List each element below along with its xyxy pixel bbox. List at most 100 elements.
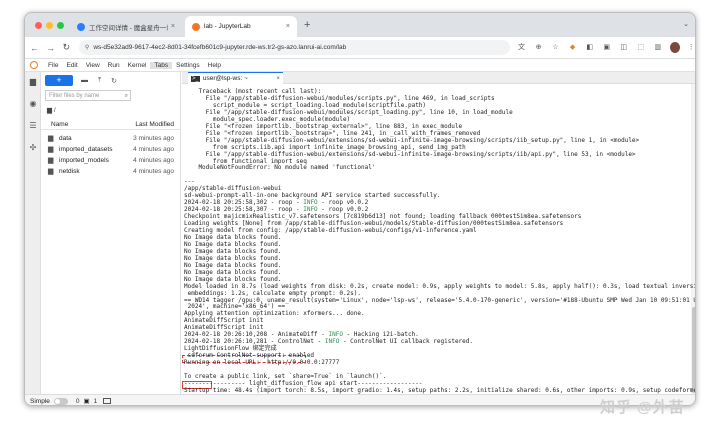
menu-settings[interactable]: Settings: [172, 62, 204, 69]
extension-icon[interactable]: ⬚: [635, 42, 647, 54]
zoom-icon[interactable]: ⊕: [532, 42, 544, 54]
browser-menu-icon[interactable]: ⋮: [685, 42, 695, 54]
new-folder-icon[interactable]: ▬: [81, 77, 88, 84]
terminal-line: No Image data blocks found.: [184, 275, 282, 283]
terminal-tab-title: user@lsp-ws: ~: [202, 75, 248, 82]
simple-mode-toggle[interactable]: [53, 397, 68, 405]
list-item[interactable]: ▆ data 3 minutes ago: [41, 133, 181, 144]
terminal-line: To create a public link, set `share=True…: [184, 372, 387, 380]
running-kernels-icon[interactable]: ◉: [28, 99, 38, 109]
file-modified: 4 minutes ago: [133, 146, 174, 153]
close-window-button[interactable]: [35, 22, 42, 29]
folder-icon[interactable]: ▆: [28, 77, 38, 87]
browser-tab-workspace[interactable]: 工作空间详情 - 魔盒星舟一站 ×: [70, 16, 182, 37]
terminal-line: File "<frozen importlib._bootstrap>", li…: [184, 129, 481, 137]
menu-run[interactable]: Run: [104, 62, 124, 69]
bookmark-star-icon[interactable]: ☆: [550, 42, 562, 54]
terminal-count: 0: [75, 397, 80, 405]
extension-fox-icon[interactable]: ◆: [567, 42, 579, 54]
chevron-down-icon[interactable]: ⌄: [683, 20, 689, 28]
menu-help[interactable]: Help: [204, 62, 225, 69]
terminal-line: File "/app/stable-diffusion-webui/module…: [184, 108, 513, 116]
terminal-line: embeddings: 1.2s, calculate empty prompt…: [184, 289, 362, 297]
extension-icon[interactable]: ◧: [584, 42, 596, 54]
list-item[interactable]: ▆ netdisk 4 minutes ago: [41, 166, 181, 177]
menu-tabs[interactable]: Tabs: [150, 61, 173, 69]
file-modified: 4 minutes ago: [133, 168, 174, 175]
terminal-line: Traceback (most recent call last):: [184, 88, 322, 95]
back-arrow-icon[interactable]: ←: [28, 43, 41, 53]
terminal-line: Loading weights [None] from /app/stable-…: [184, 220, 564, 228]
reload-icon[interactable]: ↻: [60, 42, 73, 53]
terminal-line: File "<frozen importlib._bootstrap_exter…: [184, 122, 463, 130]
extension-manager-icon[interactable]: ✣: [28, 143, 38, 153]
last-modified-column-header[interactable]: Last Modified: [135, 121, 174, 128]
terminal-line: No Image data blocks found.: [184, 254, 282, 262]
close-tab-icon[interactable]: ×: [286, 23, 290, 30]
minimize-window-button[interactable]: [46, 22, 53, 29]
name-column-header[interactable]: Name: [51, 121, 68, 128]
breadcrumb[interactable]: ▆ /: [47, 106, 56, 114]
refresh-icon[interactable]: ↻: [111, 77, 117, 85]
new-launcher-button[interactable]: +: [45, 75, 73, 86]
terminal-output[interactable]: Traceback (most recent call last): File …: [182, 84, 696, 394]
terminal-line: /app/stable-diffusion-webui: [184, 185, 282, 193]
terminal-line: sdforum ControlNet support: enabled: [184, 352, 315, 360]
list-item[interactable]: ▆ imported_models 4 minutes ago: [41, 155, 181, 166]
search-icon: ⌕: [124, 93, 128, 99]
terminal-line: 2024', machine='x86_64') ==: [184, 303, 286, 311]
terminal-line: AnimateDiffScript init: [184, 317, 264, 325]
menu-kernel[interactable]: Kernel: [124, 62, 151, 69]
terminal-line: LightDiffusionFlow 绑定完成: [184, 345, 277, 353]
terminal-line: 2024-02-18 20:26:10,208 - AnimateDiff - …: [184, 331, 419, 339]
command-palette-icon[interactable]: ☰: [28, 121, 38, 131]
forward-arrow-icon[interactable]: →: [44, 43, 57, 53]
browser-tab-title: 工作空间详情 - 魔盒星舟一站: [89, 24, 168, 32]
profile-avatar[interactable]: [669, 42, 681, 53]
terminal-line: No Image data blocks found.: [184, 268, 282, 276]
menu-edit[interactable]: Edit: [62, 62, 81, 69]
file-list-header: Name Last Modified: [41, 119, 181, 130]
filter-files-input[interactable]: Filter files by name ⌕: [45, 90, 131, 101]
file-modified: 3 minutes ago: [133, 135, 174, 142]
terminal-line: AnimateDiffScript init: [184, 324, 264, 332]
list-item[interactable]: ▆ imported_datasets 4 minutes ago: [41, 144, 181, 155]
maximize-window-button[interactable]: [57, 22, 64, 29]
tab-terminal[interactable]: >_ user@lsp-ws: ~ ×: [188, 72, 283, 84]
side-panel-icon[interactable]: ▥: [652, 42, 664, 54]
file-name: imported_models: [59, 157, 109, 164]
file-browser: + ▬ ⤒ ↻ Filter files by name ⌕ ▆ / Name …: [41, 72, 181, 394]
terminal-line: File "/app/stable-diffusion-webui/extens…: [184, 150, 636, 158]
terminal-line: 2024-02-18 20:25:58,307 - roop - INFO - …: [184, 206, 369, 214]
jupyter-favicon-icon: [192, 22, 200, 31]
terminal-line: File "/app/stable-diffusion-webui/module…: [184, 94, 495, 102]
extension-icon[interactable]: ◫: [618, 42, 630, 54]
menu-view[interactable]: View: [82, 62, 104, 69]
terminal-scrollbar[interactable]: [691, 84, 695, 394]
upload-icon[interactable]: ⤒: [98, 77, 101, 85]
watermark: 知乎 @外苗: [600, 399, 685, 416]
browser-tab-title: lab - JupyterLab: [204, 23, 251, 30]
folder-icon: ▆: [48, 135, 54, 142]
browser-tab-strip: 工作空间详情 - 魔盒星舟一站 × lab - JupyterLab × + ⌄: [25, 13, 695, 37]
kernel-status-icon: [103, 398, 112, 404]
menu-file[interactable]: File: [44, 62, 62, 69]
new-tab-button[interactable]: +: [304, 19, 310, 31]
extension-icon[interactable]: ▣: [601, 42, 613, 54]
terminal-line: ---: [184, 178, 195, 186]
site-info-icon[interactable]: ⚲: [85, 44, 89, 51]
terminal-line: sd-webui-prompt-all-in-one background AP…: [184, 192, 441, 200]
close-tab-icon[interactable]: ×: [171, 23, 175, 30]
terminal-line: Checkpoint majicmixRealistic_v7.safetens…: [184, 213, 582, 221]
terminal-line: 2024-02-18 20:25:58,302 - roop - INFO - …: [184, 199, 369, 207]
close-icon[interactable]: ×: [276, 75, 280, 82]
scrollbar-thumb[interactable]: [692, 307, 695, 393]
translate-icon[interactable]: 文: [515, 42, 527, 54]
url-field[interactable]: ⚲ ws-d5e32ad9-9617-4ec2-8d01-34fcefb601c…: [78, 40, 511, 55]
terminal-line: Startup time: 48.4s (import torch: 8.5s,…: [184, 386, 696, 394]
browser-tab-jupyterlab[interactable]: lab - JupyterLab ×: [185, 16, 297, 37]
terminal-line: from functional import seq: [184, 157, 307, 165]
terminal-line: module_spec.loader.exec_module(module): [184, 115, 351, 123]
terminal-icon: >_: [191, 75, 200, 82]
workspace-favicon-icon: [77, 22, 85, 31]
